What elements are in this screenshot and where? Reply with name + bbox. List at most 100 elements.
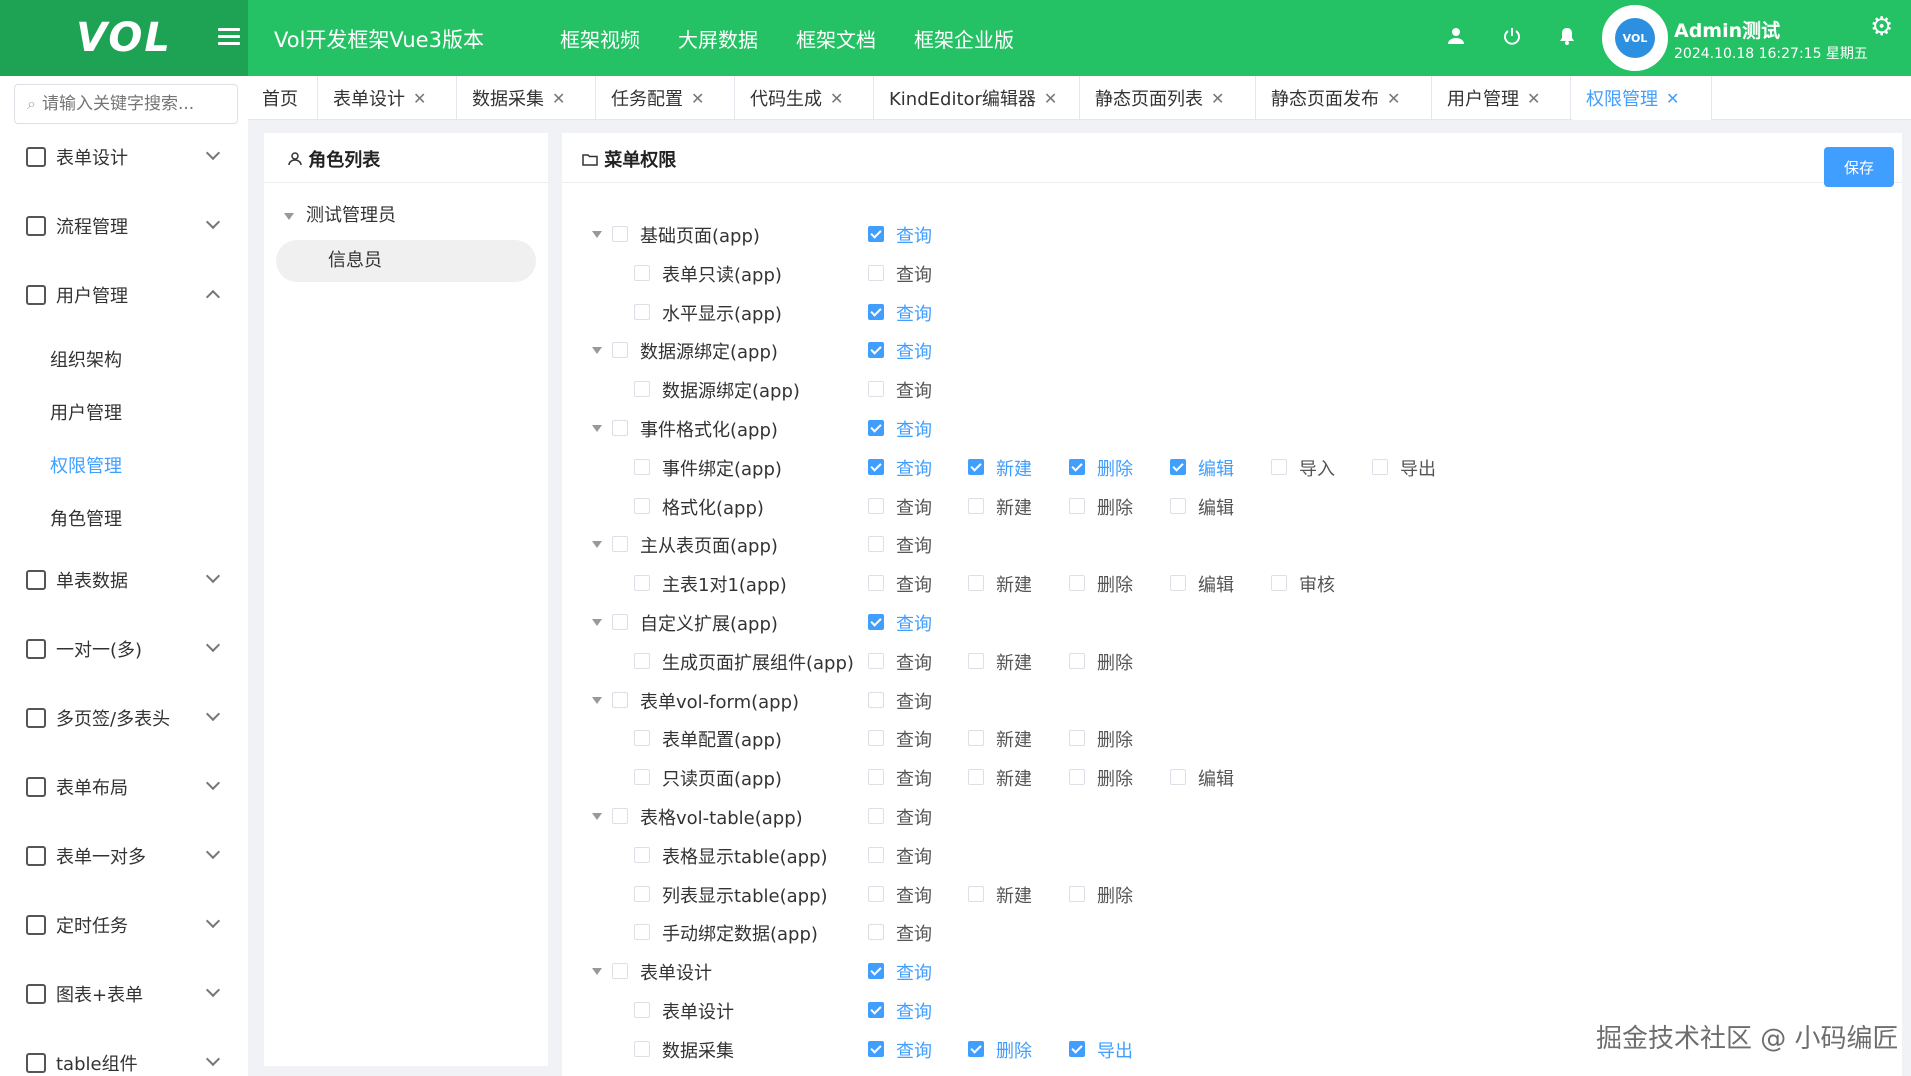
- node-checkbox[interactable]: [634, 1040, 650, 1057]
- sidebar-menu-item[interactable]: 表单布局: [0, 767, 248, 807]
- action-checkbox[interactable]: [1069, 458, 1085, 475]
- sidebar-menu-item[interactable]: 一对一(多): [0, 629, 248, 669]
- close-icon[interactable]: ✕: [1044, 89, 1057, 108]
- action-checkbox[interactable]: [1069, 575, 1085, 592]
- tab-item[interactable]: 代码生成 ✕: [736, 76, 874, 120]
- action-checkbox[interactable]: [868, 420, 884, 436]
- close-icon[interactable]: ✕: [1527, 89, 1540, 108]
- tab-item[interactable]: 表单设计 ✕: [319, 76, 457, 120]
- tab-item[interactable]: 静态页面列表 ✕: [1081, 76, 1256, 120]
- action-checkbox[interactable]: [868, 924, 884, 941]
- node-checkbox[interactable]: [634, 846, 650, 863]
- user-icon[interactable]: [1444, 26, 1468, 50]
- node-checkbox[interactable]: [634, 575, 650, 592]
- sidebar-menu-item[interactable]: 表单一对多: [0, 836, 248, 876]
- caret-down-icon[interactable]: [592, 968, 602, 976]
- bell-icon[interactable]: [1555, 26, 1579, 50]
- action-checkbox[interactable]: [868, 1040, 884, 1057]
- node-checkbox[interactable]: [634, 924, 650, 941]
- caret-down-icon[interactable]: [592, 231, 602, 238]
- node-checkbox[interactable]: [612, 963, 628, 980]
- node-checkbox[interactable]: [612, 614, 628, 630]
- action-checkbox[interactable]: [1069, 885, 1085, 902]
- role-tree-item-selected[interactable]: 信息员: [276, 240, 536, 282]
- sidebar-menu-item[interactable]: 表单设计: [0, 137, 248, 177]
- action-checkbox[interactable]: [868, 264, 884, 281]
- caret-down-icon[interactable]: [592, 813, 602, 820]
- caret-down-icon[interactable]: [592, 425, 602, 432]
- action-checkbox[interactable]: [868, 691, 884, 708]
- tab-item[interactable]: 静态页面发布 ✕: [1257, 76, 1432, 120]
- caret-down-icon[interactable]: [592, 541, 602, 549]
- node-checkbox[interactable]: [634, 497, 650, 514]
- node-checkbox[interactable]: [634, 885, 650, 902]
- action-checkbox[interactable]: [868, 730, 884, 747]
- node-checkbox[interactable]: [634, 381, 650, 398]
- close-icon[interactable]: ✕: [830, 89, 843, 108]
- sidebar-menu-item[interactable]: 多页签/多表头: [0, 698, 248, 738]
- action-checkbox[interactable]: [968, 769, 984, 786]
- action-checkbox[interactable]: [868, 963, 884, 980]
- node-checkbox[interactable]: [634, 303, 650, 320]
- action-checkbox[interactable]: [968, 652, 984, 669]
- close-icon[interactable]: ✕: [691, 89, 704, 108]
- nav-item-enterprise[interactable]: 框架企业版: [914, 24, 1014, 53]
- action-checkbox[interactable]: [868, 226, 884, 242]
- close-icon[interactable]: ✕: [413, 89, 426, 108]
- power-icon[interactable]: [1500, 26, 1524, 50]
- tab-item[interactable]: KindEditor编辑器 ✕: [875, 76, 1080, 120]
- action-checkbox[interactable]: [868, 846, 884, 863]
- role-tree-root[interactable]: 测试管理员: [284, 201, 396, 227]
- sidebar-menu-item[interactable]: 单表数据: [0, 560, 248, 600]
- action-checkbox[interactable]: [1069, 652, 1085, 669]
- node-checkbox[interactable]: [612, 808, 628, 824]
- caret-down-icon[interactable]: [592, 619, 602, 626]
- node-checkbox[interactable]: [634, 769, 650, 786]
- sidebar-menu-item[interactable]: 图表+表单: [0, 974, 248, 1014]
- close-icon[interactable]: ✕: [1666, 89, 1679, 108]
- action-checkbox[interactable]: [1069, 1040, 1085, 1057]
- caret-down-icon[interactable]: [592, 696, 602, 704]
- action-checkbox[interactable]: [968, 497, 984, 514]
- action-checkbox[interactable]: [868, 769, 884, 786]
- tab-item[interactable]: 数据采集 ✕: [458, 76, 596, 120]
- sidebar-subitem[interactable]: 角色管理: [50, 505, 122, 531]
- action-checkbox[interactable]: [1372, 458, 1388, 475]
- action-checkbox[interactable]: [1170, 769, 1186, 786]
- close-icon[interactable]: ✕: [552, 89, 565, 108]
- action-checkbox[interactable]: [1069, 769, 1085, 786]
- action-checkbox[interactable]: [868, 497, 884, 514]
- tab-item[interactable]: 首页: [248, 76, 318, 120]
- sidebar-subitem[interactable]: 组织架构: [50, 346, 122, 372]
- sidebar-menu-item[interactable]: table组件: [0, 1043, 248, 1076]
- action-checkbox[interactable]: [868, 342, 884, 359]
- action-checkbox[interactable]: [868, 458, 884, 475]
- avatar[interactable]: VOL: [1602, 5, 1668, 71]
- node-checkbox[interactable]: [612, 420, 628, 436]
- save-button[interactable]: 保存: [1824, 147, 1894, 187]
- action-checkbox[interactable]: [968, 1040, 984, 1057]
- action-checkbox[interactable]: [1170, 497, 1186, 514]
- action-checkbox[interactable]: [868, 885, 884, 902]
- sidebar-subitem[interactable]: 用户管理: [50, 399, 122, 425]
- action-checkbox[interactable]: [868, 381, 884, 398]
- sidebar-subitem[interactable]: 权限管理: [50, 452, 122, 478]
- action-checkbox[interactable]: [1069, 730, 1085, 747]
- tab-item[interactable]: 用户管理 ✕: [1433, 76, 1571, 120]
- node-checkbox[interactable]: [634, 458, 650, 475]
- node-checkbox[interactable]: [634, 730, 650, 747]
- action-checkbox[interactable]: [1271, 458, 1287, 475]
- action-checkbox[interactable]: [968, 575, 984, 592]
- action-checkbox[interactable]: [868, 536, 884, 553]
- sidebar-menu-item[interactable]: 流程管理: [0, 206, 248, 246]
- action-checkbox[interactable]: [868, 1002, 884, 1018]
- search-input[interactable]: [41, 94, 212, 114]
- caret-down-icon[interactable]: [284, 212, 294, 220]
- nav-item-bigscreen[interactable]: 大屏数据: [678, 24, 758, 53]
- nav-item-docs[interactable]: 框架文档: [796, 24, 876, 53]
- action-checkbox[interactable]: [968, 458, 984, 475]
- action-checkbox[interactable]: [1170, 458, 1186, 475]
- sidebar-menu-item[interactable]: 定时任务: [0, 905, 248, 945]
- node-checkbox[interactable]: [612, 536, 628, 553]
- action-checkbox[interactable]: [868, 808, 884, 824]
